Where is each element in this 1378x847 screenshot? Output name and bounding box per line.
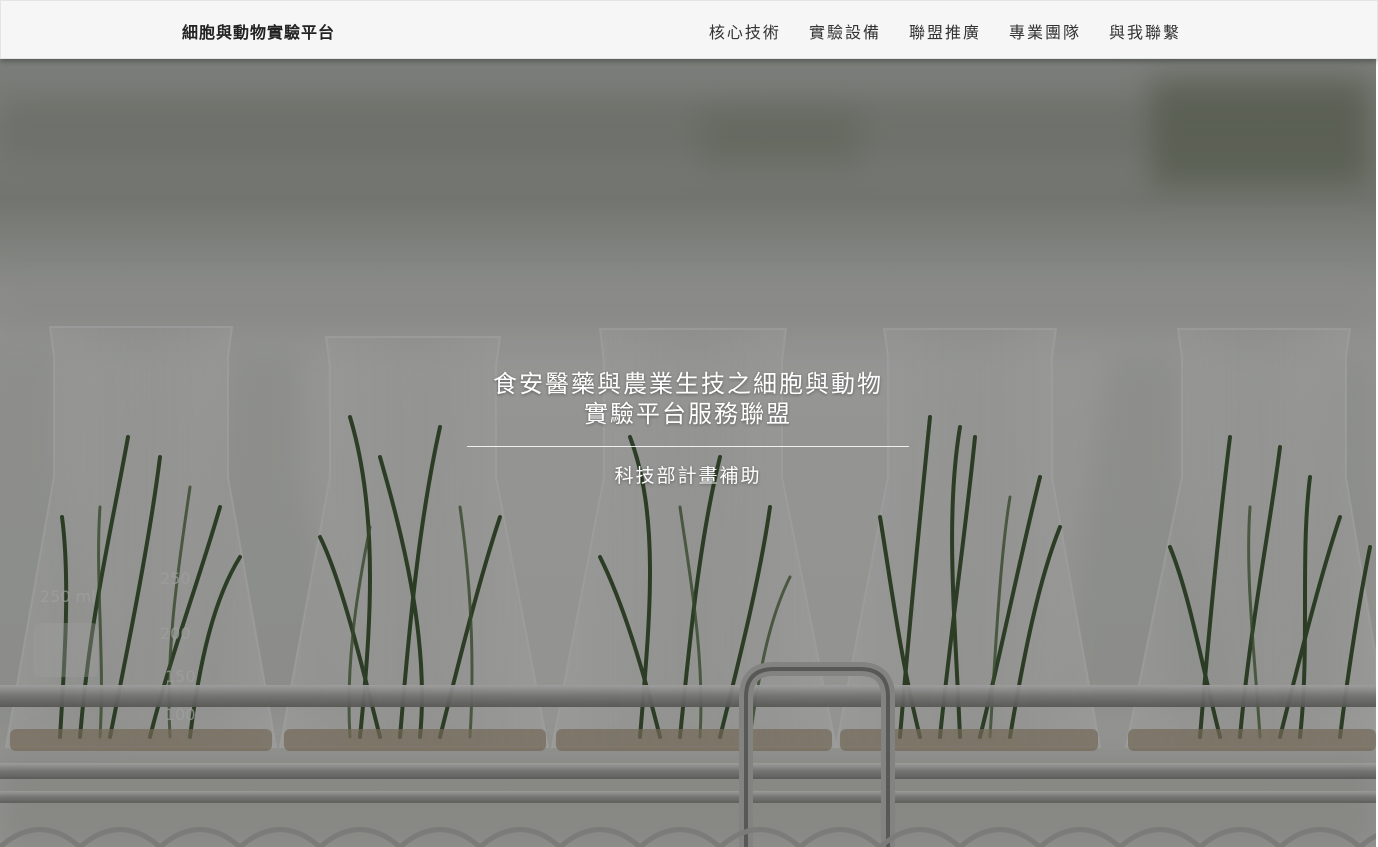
- hero-title: 食安醫藥與農業生技之細胞與動物 實驗平台服務聯盟: [438, 369, 938, 429]
- top-navbar: 細胞與動物實驗平台 核心技術 實驗設備 聯盟推廣 專業團隊 與我聯繫: [0, 0, 1378, 59]
- page: 細胞與動物實驗平台 核心技術 實驗設備 聯盟推廣 專業團隊 與我聯繫 250 2…: [0, 0, 1378, 847]
- nav-link-alliance-promotion[interactable]: 聯盟推廣: [909, 19, 981, 43]
- hero-heading-block: 食安醫藥與農業生技之細胞與動物 實驗平台服務聯盟 科技部計畫補助: [438, 369, 938, 488]
- nav-link-core-technology[interactable]: 核心技術: [709, 19, 781, 43]
- hero-subtitle: 科技部計畫補助: [614, 465, 762, 487]
- hero-title-line-2: 實驗平台服務聯盟: [584, 400, 792, 428]
- hero-section: 250 200 150 100 250 ml 食安醫藥與農業生技之細胞與動物 實…: [0, 57, 1376, 847]
- nav-link-professional-team[interactable]: 專業團隊: [1009, 19, 1081, 43]
- nav-link-contact-us[interactable]: 與我聯繫: [1109, 19, 1181, 43]
- hero-divider: [467, 446, 909, 447]
- hero-title-line-1: 食安醫藥與農業生技之細胞與動物: [493, 370, 883, 398]
- nav-link-lab-equipment[interactable]: 實驗設備: [809, 19, 881, 43]
- brand-link[interactable]: 細胞與動物實驗平台: [182, 19, 335, 43]
- nav-menu: 核心技術 實驗設備 聯盟推廣 專業團隊 與我聯繫: [709, 19, 1181, 43]
